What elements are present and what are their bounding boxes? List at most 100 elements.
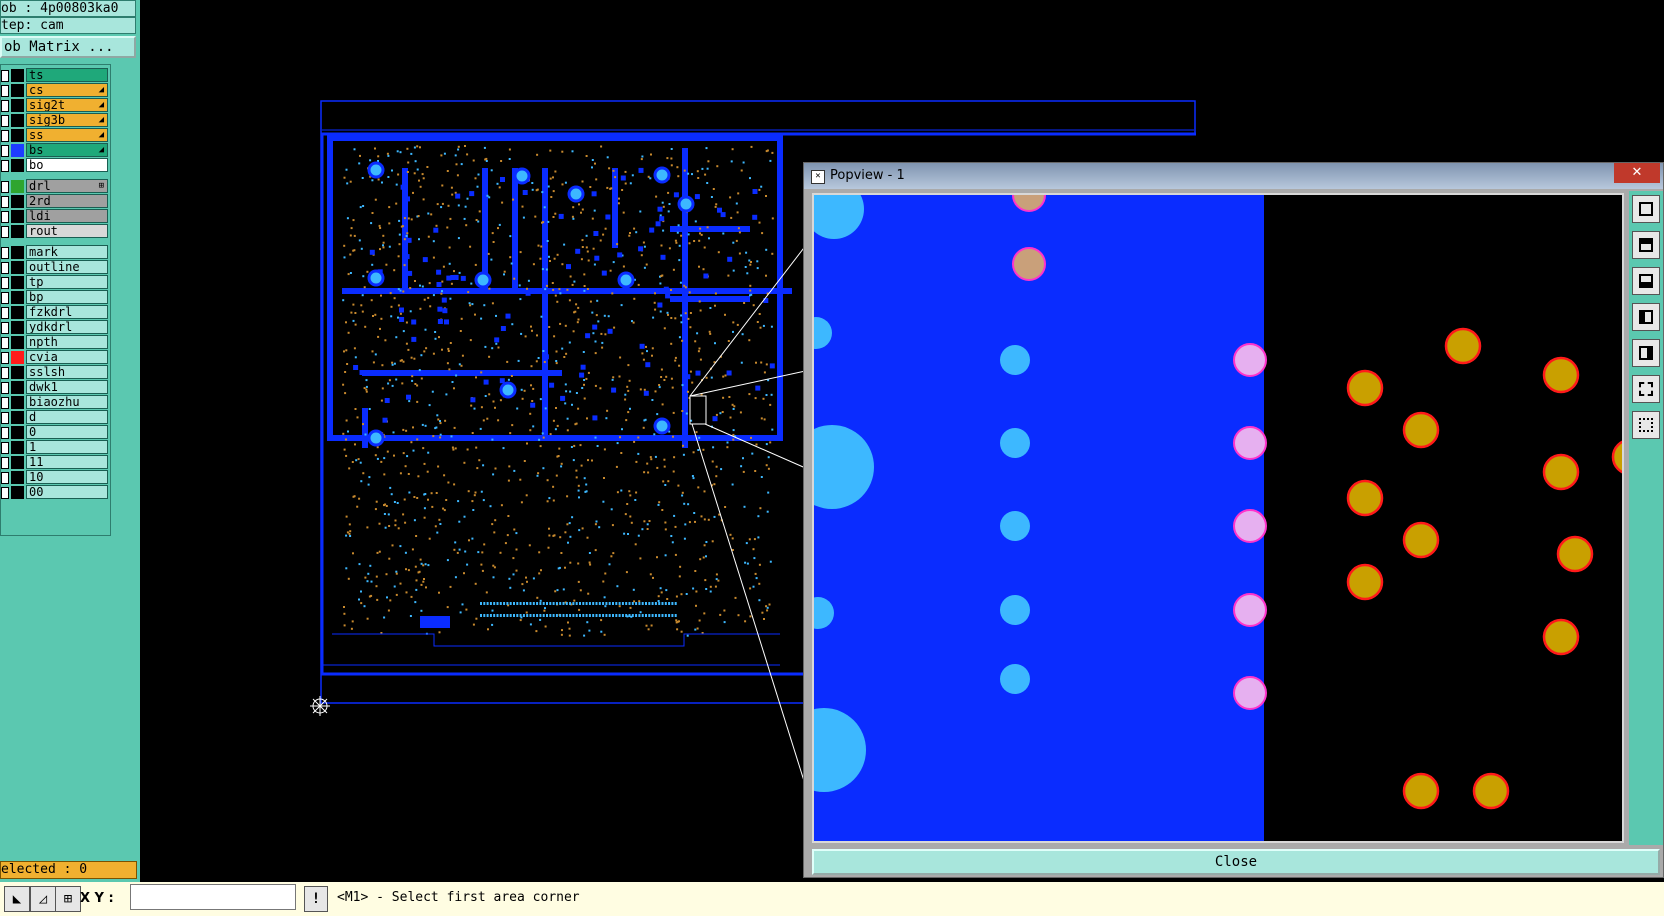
layer-checkbox[interactable] bbox=[1, 70, 9, 82]
layer-color-swatch[interactable] bbox=[11, 321, 24, 334]
job-matrix-button[interactable]: ob Matrix ... bbox=[0, 36, 136, 58]
layer-color-swatch[interactable] bbox=[11, 261, 24, 274]
layer-name[interactable]: biaozhu bbox=[26, 395, 108, 409]
layer-row[interactable]: cvia bbox=[1, 350, 110, 365]
layer-name[interactable]: ss ◢ bbox=[26, 128, 108, 142]
layer-checkbox[interactable] bbox=[1, 160, 9, 172]
layer-name[interactable]: sig3b ◢ bbox=[26, 113, 108, 127]
layer-row[interactable]: fzkdrl bbox=[1, 305, 110, 320]
layer-color-swatch[interactable] bbox=[11, 84, 24, 97]
layer-color-swatch[interactable] bbox=[11, 486, 24, 499]
layer-name[interactable]: dwk1 bbox=[26, 380, 108, 394]
layer-checkbox[interactable] bbox=[1, 196, 9, 208]
window-close-icon[interactable]: ✕ bbox=[1614, 163, 1660, 183]
pan-right-icon[interactable] bbox=[1632, 339, 1660, 367]
layer-color-swatch[interactable] bbox=[11, 291, 24, 304]
layer-color-swatch[interactable] bbox=[11, 276, 24, 289]
pan-up-icon[interactable] bbox=[1632, 231, 1660, 259]
layer-checkbox[interactable] bbox=[1, 226, 9, 238]
layer-name[interactable]: drl ⊞ bbox=[26, 179, 108, 193]
layer-name[interactable]: ldi bbox=[26, 209, 108, 223]
snap-icon[interactable]: ◿ bbox=[30, 886, 56, 912]
layer-row[interactable]: bo bbox=[1, 158, 110, 173]
layer-name[interactable]: cvia bbox=[26, 350, 108, 364]
layer-row[interactable]: cs ◢ bbox=[1, 83, 110, 98]
layer-color-swatch[interactable] bbox=[11, 69, 24, 82]
layer-row[interactable]: ts bbox=[1, 68, 110, 83]
layer-name[interactable]: 10 bbox=[26, 470, 108, 484]
layer-row[interactable]: ldi bbox=[1, 209, 110, 224]
layer-checkbox[interactable] bbox=[1, 181, 9, 193]
layer-name[interactable]: bs ◢ bbox=[26, 143, 108, 157]
layer-color-swatch[interactable] bbox=[11, 396, 24, 409]
layer-color-swatch[interactable] bbox=[11, 306, 24, 319]
layer-row[interactable]: biaozhu bbox=[1, 395, 110, 410]
layer-color-swatch[interactable] bbox=[11, 99, 24, 112]
layer-checkbox[interactable] bbox=[1, 472, 9, 484]
layer-row[interactable]: 2rd bbox=[1, 194, 110, 209]
layer-name[interactable]: 0 bbox=[26, 425, 108, 439]
popview-titlebar[interactable]: ✕ Popview - 1 ✕ bbox=[804, 163, 1663, 189]
popview-window[interactable]: ✕ Popview - 1 ✕ Close bbox=[803, 162, 1664, 878]
zoom-out-icon[interactable] bbox=[1632, 411, 1660, 439]
close-button[interactable]: Close bbox=[812, 849, 1660, 875]
layer-checkbox[interactable] bbox=[1, 115, 9, 127]
layer-name[interactable]: ts bbox=[26, 68, 108, 82]
layer-name[interactable]: 2rd bbox=[26, 194, 108, 208]
layer-checkbox[interactable] bbox=[1, 442, 9, 454]
layer-row[interactable]: 1 bbox=[1, 440, 110, 455]
layer-row[interactable]: outline bbox=[1, 260, 110, 275]
layer-name[interactable]: 1 bbox=[26, 440, 108, 454]
layer-name[interactable]: d bbox=[26, 410, 108, 424]
layer-checkbox[interactable] bbox=[1, 145, 9, 157]
layer-checkbox[interactable] bbox=[1, 487, 9, 499]
pan-down-icon[interactable] bbox=[1632, 267, 1660, 295]
layer-row[interactable]: 11 bbox=[1, 455, 110, 470]
layer-color-swatch[interactable] bbox=[11, 159, 24, 172]
layer-color-swatch[interactable] bbox=[11, 129, 24, 142]
layer-name[interactable]: bp bbox=[26, 290, 108, 304]
layer-name[interactable]: bo bbox=[26, 158, 108, 172]
layer-checkbox[interactable] bbox=[1, 211, 9, 223]
layer-row[interactable]: mark bbox=[1, 245, 110, 260]
layer-row[interactable]: ss ◢ bbox=[1, 128, 110, 143]
layer-row[interactable]: tp bbox=[1, 275, 110, 290]
layer-row[interactable]: sig3b ◢ bbox=[1, 113, 110, 128]
layer-checkbox[interactable] bbox=[1, 352, 9, 364]
layer-color-swatch[interactable] bbox=[11, 426, 24, 439]
layer-row[interactable]: dwk1 bbox=[1, 380, 110, 395]
layer-row[interactable]: d bbox=[1, 410, 110, 425]
layer-color-swatch[interactable] bbox=[11, 210, 24, 223]
layer-checkbox[interactable] bbox=[1, 412, 9, 424]
layer-name[interactable]: outline bbox=[26, 260, 108, 274]
xy-input[interactable] bbox=[130, 884, 296, 910]
layer-color-swatch[interactable] bbox=[11, 366, 24, 379]
measure-icon[interactable]: ◣ bbox=[4, 886, 30, 912]
layer-name[interactable]: cs ◢ bbox=[26, 83, 108, 97]
layer-row[interactable]: sslsh bbox=[1, 365, 110, 380]
layer-color-swatch[interactable] bbox=[11, 351, 24, 364]
layer-color-swatch[interactable] bbox=[11, 441, 24, 454]
layer-row[interactable]: 00 bbox=[1, 485, 110, 500]
layer-color-swatch[interactable] bbox=[11, 381, 24, 394]
layer-color-swatch[interactable] bbox=[11, 180, 24, 193]
layer-name[interactable]: 00 bbox=[26, 485, 108, 499]
layer-checkbox[interactable] bbox=[1, 85, 9, 97]
layer-color-swatch[interactable] bbox=[11, 225, 24, 238]
layer-color-swatch[interactable] bbox=[11, 195, 24, 208]
layer-checkbox[interactable] bbox=[1, 382, 9, 394]
layer-name[interactable]: sig2t ◢ bbox=[26, 98, 108, 112]
info-button[interactable]: ! bbox=[304, 886, 328, 912]
layer-checkbox[interactable] bbox=[1, 457, 9, 469]
layer-color-swatch[interactable] bbox=[11, 471, 24, 484]
layer-checkbox[interactable] bbox=[1, 307, 9, 319]
layer-checkbox[interactable] bbox=[1, 247, 9, 259]
layer-checkbox[interactable] bbox=[1, 397, 9, 409]
layer-color-swatch[interactable] bbox=[11, 246, 24, 259]
layer-color-swatch[interactable] bbox=[11, 411, 24, 424]
zoom-home-icon[interactable] bbox=[1632, 195, 1660, 223]
layer-checkbox[interactable] bbox=[1, 277, 9, 289]
pan-left-icon[interactable] bbox=[1632, 303, 1660, 331]
layer-name[interactable]: fzkdrl bbox=[26, 305, 108, 319]
layer-row[interactable]: drl ⊞ bbox=[1, 179, 110, 194]
